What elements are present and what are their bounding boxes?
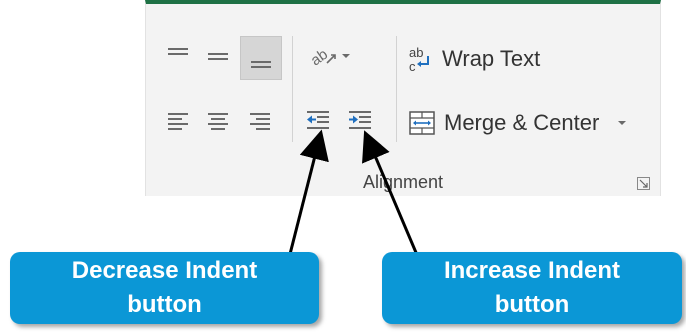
arrow-to-increase-indent (362, 130, 422, 263)
decrease-indent-callout: Decrease Indent button (10, 252, 319, 324)
callout-line2: button (127, 291, 202, 318)
callout-line2: button (494, 291, 570, 318)
callout-line1: Increase Indent (443, 257, 621, 284)
callout-line1: Decrease Indent (71, 257, 258, 284)
arrow-to-decrease-indent (286, 129, 329, 263)
increase-indent-callout: Increase Indent button (382, 252, 682, 324)
